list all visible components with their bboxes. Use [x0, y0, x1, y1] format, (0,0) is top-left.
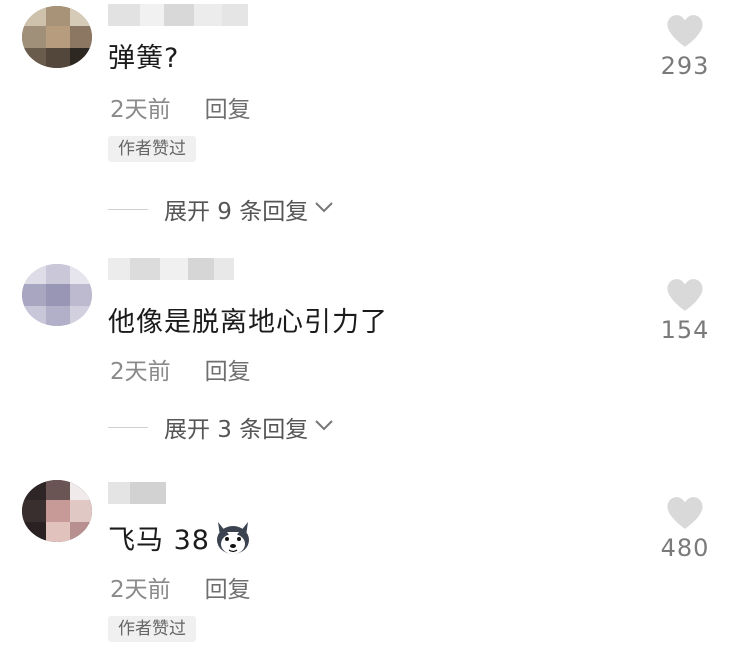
reply-button[interactable]: 回复 [205, 90, 251, 124]
like-button[interactable]: 480 [655, 496, 715, 562]
divider-line [108, 426, 148, 428]
expand-replies-button[interactable]: 展开 9 条回复 [108, 192, 334, 226]
reply-button[interactable]: 回复 [205, 352, 251, 386]
comment-text: 弹簧? [108, 43, 180, 74]
comment-meta: 2天前 回复 [110, 90, 251, 124]
comment-text: 飞马 38 [108, 518, 252, 557]
chevron-down-icon [315, 202, 333, 213]
username-blurred[interactable] [108, 258, 234, 280]
reply-button[interactable]: 回复 [205, 570, 251, 604]
comment-time: 2天前 [110, 97, 171, 123]
heart-icon [667, 497, 703, 529]
like-button[interactable]: 293 [655, 14, 715, 80]
heart-icon [667, 15, 703, 47]
heart-icon [667, 279, 703, 311]
username-blurred[interactable] [108, 4, 248, 26]
comment-meta: 2天前 回复 [110, 352, 251, 386]
expand-replies-label: 展开 9 条回复 [164, 199, 309, 225]
avatar[interactable] [22, 264, 92, 326]
like-count: 480 [660, 534, 710, 562]
expand-replies-label: 展开 3 条回复 [164, 417, 309, 443]
comment-time: 2天前 [110, 577, 171, 603]
avatar[interactable] [22, 6, 92, 68]
comment-time: 2天前 [110, 359, 171, 385]
like-count: 154 [660, 316, 710, 344]
husky-dog-emoji [216, 521, 249, 554]
username-blurred[interactable] [108, 482, 166, 504]
author-liked-badge: 作者赞过 [108, 616, 196, 642]
comment-text-value: 飞马 38 [108, 525, 210, 556]
divider-line [108, 208, 148, 210]
like-button[interactable]: 154 [655, 278, 715, 344]
comment-meta: 2天前 回复 [110, 570, 251, 604]
avatar[interactable] [22, 480, 92, 542]
like-count: 293 [660, 52, 710, 80]
comment-text: 他像是脱离地心引力了 [108, 307, 388, 338]
expand-replies-button[interactable]: 展开 3 条回复 [108, 410, 334, 444]
author-liked-badge: 作者赞过 [108, 136, 196, 162]
chevron-down-icon [315, 420, 333, 431]
